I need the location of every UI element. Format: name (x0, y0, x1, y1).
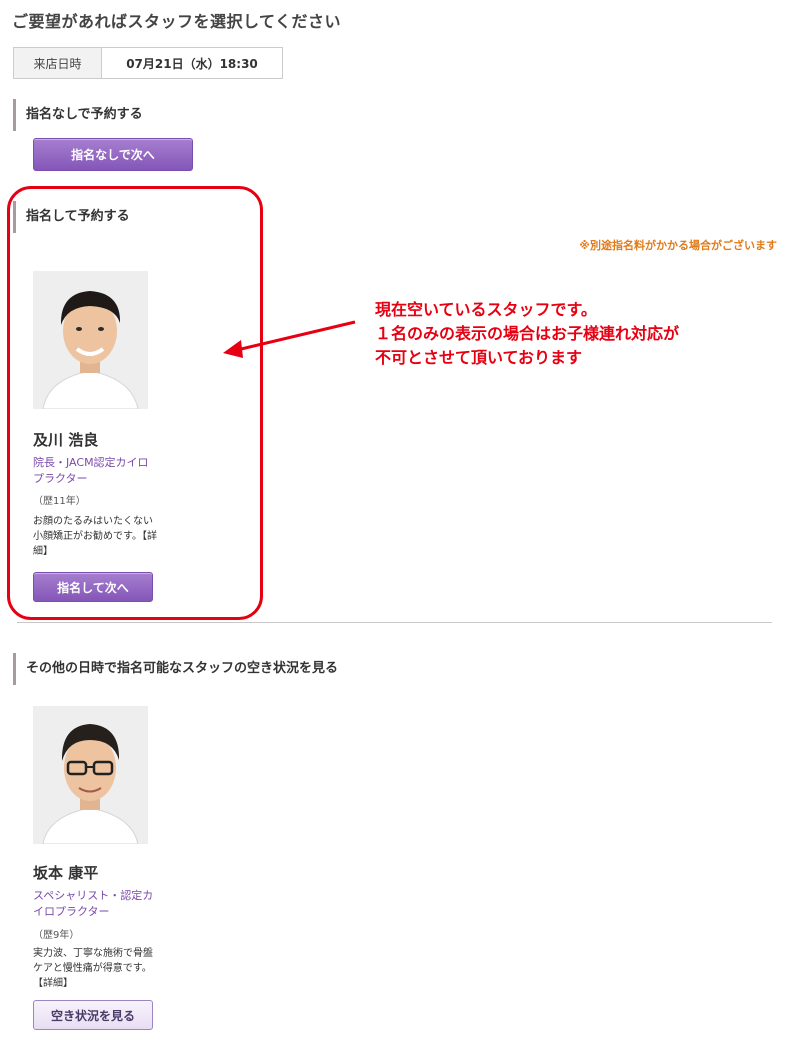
visit-datetime-value: 07月21日（水）18:30 (126, 56, 258, 71)
other-dates-heading: その他の日時で指名可能なスタッフの空き状況を見る (13, 653, 338, 685)
page-title: ご要望があればスタッフを選択してください (12, 12, 342, 31)
annotation-text: 現在空いているスタッフです。 １名のみの表示の場合はお子様連れ対応が 不可とさせ… (375, 298, 679, 370)
staff-portrait-icon (33, 706, 148, 844)
visit-datetime-label: 来店日時 (14, 48, 102, 78)
staff-desc-text: 実力波、丁寧な施術で骨盤ケアと慢性痛が得意です。 (33, 948, 153, 974)
staff-role-sakamoto: スペシャリスト・認定カイロプラクター (33, 889, 154, 918)
no-nomination-heading: 指名なしで予約する (13, 99, 143, 131)
visit-datetime-box: 来店日時 07月21日（水）18:30 (13, 47, 283, 79)
annotation-line-3: 不可とさせて頂いております (375, 348, 583, 367)
nomination-fee-note: ※別途指名料がかかる場合がございます (579, 239, 777, 252)
view-availability-button[interactable]: 空き状況を見る (33, 1000, 153, 1030)
staff-experience-sakamoto: （歴9年） (33, 930, 80, 941)
no-nomination-next-button[interactable]: 指名なしで次へ (33, 138, 193, 171)
highlight-frame (7, 186, 263, 620)
staff-name-sakamoto: 坂本 康平 (33, 864, 99, 882)
section-divider (17, 622, 772, 623)
annotation-line-1: 現在空いているスタッフです。 (375, 300, 597, 319)
staff-photo-sakamoto (33, 706, 148, 844)
annotation-line-2: １名のみの表示の場合はお子様連れ対応が (375, 324, 680, 343)
annotation-arrow-icon (223, 320, 356, 358)
staff-desc-sakamoto: 実力波、丁寧な施術で骨盤ケアと慢性痛が得意です。【詳細】 (33, 946, 158, 991)
staff-detail-link[interactable]: 【詳細】 (33, 978, 73, 989)
